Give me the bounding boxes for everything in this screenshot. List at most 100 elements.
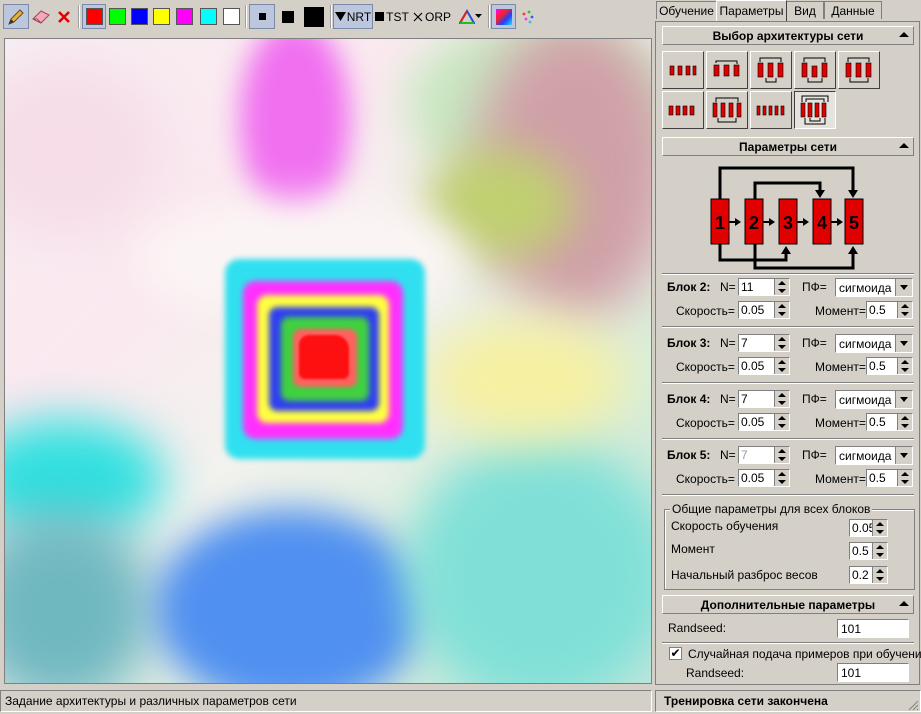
block-speed-label: Скорость= bbox=[676, 416, 735, 430]
spinner-arrows-icon[interactable] bbox=[774, 358, 789, 374]
block-n-spinner[interactable]: 7 bbox=[738, 334, 790, 352]
spinner-arrows-icon[interactable] bbox=[872, 567, 887, 583]
resize-grip-icon[interactable] bbox=[907, 699, 919, 711]
chevron-down-icon[interactable] bbox=[895, 447, 912, 464]
weight-spread-spinner[interactable]: 0.2 bbox=[849, 566, 888, 584]
spinner-arrows-icon[interactable] bbox=[774, 279, 789, 295]
gradient-view-button[interactable] bbox=[491, 4, 516, 29]
tab-parameters[interactable]: Параметры bbox=[716, 0, 787, 21]
color-blue-button[interactable] bbox=[128, 4, 150, 29]
spinner-arrows-icon[interactable] bbox=[774, 391, 789, 407]
arch-button-9[interactable] bbox=[794, 91, 836, 129]
canvas-region bbox=[5, 509, 155, 683]
randseed-input[interactable]: 101 bbox=[837, 619, 909, 638]
block-speed-value: 0.05 bbox=[741, 359, 765, 373]
orp-label: ORP bbox=[424, 9, 451, 24]
spinner-arrows-icon[interactable] bbox=[872, 543, 887, 559]
spinner-arrows-icon[interactable] bbox=[774, 470, 789, 486]
brush-small-button[interactable] bbox=[249, 4, 275, 29]
moment-spinner[interactable]: 0.5 bbox=[849, 542, 888, 560]
random-order-checkbox[interactable]: ✔ bbox=[669, 647, 682, 660]
canvas-region bbox=[299, 335, 349, 379]
block-n-value: 7 bbox=[741, 448, 748, 462]
chevron-down-icon[interactable] bbox=[895, 335, 912, 352]
tab-data[interactable]: Данные bbox=[824, 1, 882, 19]
weight-spread-value: 0.2 bbox=[852, 568, 869, 582]
brush-large-button[interactable] bbox=[300, 4, 328, 29]
extra-section-header[interactable]: Дополнительные параметры bbox=[662, 595, 914, 614]
arch-button-1[interactable] bbox=[662, 51, 704, 89]
drawing-canvas[interactable] bbox=[4, 38, 652, 684]
points-view-button[interactable] bbox=[517, 4, 539, 29]
tst-button[interactable]: TST bbox=[374, 4, 410, 29]
chevron-down-icon bbox=[474, 14, 482, 18]
block-pf-select[interactable]: сигмоида bbox=[835, 334, 913, 353]
orp-button[interactable]: ORP bbox=[412, 4, 452, 29]
color-white-button[interactable] bbox=[220, 4, 242, 29]
spinner-arrows-icon[interactable] bbox=[897, 470, 912, 486]
block-moment-spinner[interactable]: 0.5 bbox=[866, 301, 913, 319]
block-moment-label: Момент= bbox=[815, 360, 866, 374]
chevron-down-icon[interactable] bbox=[895, 391, 912, 408]
canvas-region bbox=[240, 39, 350, 219]
arch-layers-icon bbox=[756, 105, 785, 116]
pencil-tool-button[interactable] bbox=[3, 4, 29, 29]
spinner-arrows-icon[interactable] bbox=[897, 302, 912, 318]
block-speed-spinner[interactable]: 0.05 bbox=[738, 301, 790, 319]
color-yellow-button[interactable] bbox=[150, 4, 172, 29]
block-pf-label: ПФ= bbox=[802, 280, 827, 294]
spinner-arrows-icon[interactable] bbox=[774, 414, 789, 430]
block-pf-select[interactable]: сигмоида bbox=[835, 278, 913, 297]
block-pf-select[interactable]: сигмоида bbox=[835, 390, 913, 409]
spinner-arrows-icon[interactable] bbox=[897, 414, 912, 430]
cross-icon bbox=[413, 12, 423, 21]
color-magenta-button[interactable] bbox=[172, 4, 196, 29]
arch-button-3[interactable] bbox=[750, 51, 792, 89]
clear-button[interactable] bbox=[53, 4, 75, 29]
arch-button-6[interactable] bbox=[662, 91, 704, 129]
block-speed-spinner[interactable]: 0.05 bbox=[738, 469, 790, 487]
params-section-header[interactable]: Параметры сети bbox=[662, 137, 914, 156]
spinner-arrows-icon[interactable] bbox=[774, 447, 789, 463]
spinner-arrows-icon[interactable] bbox=[872, 520, 887, 536]
randseed2-label: Randseed: bbox=[686, 666, 745, 680]
block-moment-spinner[interactable]: 0.5 bbox=[866, 357, 913, 375]
arch-button-5[interactable] bbox=[838, 51, 880, 89]
arch-section-header[interactable]: Выбор архитектуры сети bbox=[662, 26, 914, 45]
block-moment-spinner[interactable]: 0.5 bbox=[866, 413, 913, 431]
diagram-block-label: 3 bbox=[783, 213, 793, 233]
color-mode-dropdown[interactable] bbox=[455, 4, 485, 29]
spinner-arrows-icon[interactable] bbox=[774, 302, 789, 318]
block-pf-select[interactable]: сигмоида bbox=[835, 446, 913, 465]
arch-button-8[interactable] bbox=[750, 91, 792, 129]
status-bar-left: Задание архитектуры и различных параметр… bbox=[0, 690, 652, 712]
arch-button-4[interactable] bbox=[794, 51, 836, 89]
diagram-block-label: 5 bbox=[849, 213, 859, 233]
color-red-button[interactable] bbox=[82, 4, 106, 29]
block-moment-spinner[interactable]: 0.5 bbox=[866, 469, 913, 487]
brush-medium-button[interactable] bbox=[276, 4, 300, 29]
block-speed-spinner[interactable]: 0.05 bbox=[738, 413, 790, 431]
nrt-button[interactable]: NRT bbox=[333, 4, 373, 29]
spinner-arrows-icon[interactable] bbox=[774, 335, 789, 351]
block-n-spinner[interactable]: 11 bbox=[738, 278, 790, 296]
eraser-tool-button[interactable] bbox=[29, 4, 53, 29]
tab-view[interactable]: Вид bbox=[786, 1, 824, 19]
chevron-down-icon[interactable] bbox=[895, 279, 912, 296]
color-cyan-button[interactable] bbox=[196, 4, 220, 29]
block-moment-label: Момент= bbox=[815, 304, 866, 318]
arch-button-2[interactable] bbox=[706, 51, 748, 89]
status-text: Задание архитектуры и различных параметр… bbox=[5, 694, 297, 708]
block-n-value: 7 bbox=[741, 336, 748, 350]
arch-skip-icon bbox=[712, 97, 742, 123]
color-green-button[interactable] bbox=[106, 4, 128, 29]
block-n-value: 11 bbox=[741, 280, 754, 294]
spinner-arrows-icon[interactable] bbox=[897, 358, 912, 374]
arch-button-7[interactable] bbox=[706, 91, 748, 129]
tab-training[interactable]: Обучение bbox=[656, 1, 717, 19]
block-n-spinner[interactable]: 7 bbox=[738, 446, 790, 464]
learning-rate-spinner[interactable]: 0.05 bbox=[849, 519, 888, 537]
block-n-spinner[interactable]: 7 bbox=[738, 390, 790, 408]
block-speed-spinner[interactable]: 0.05 bbox=[738, 357, 790, 375]
randseed2-input[interactable]: 101 bbox=[837, 663, 909, 682]
